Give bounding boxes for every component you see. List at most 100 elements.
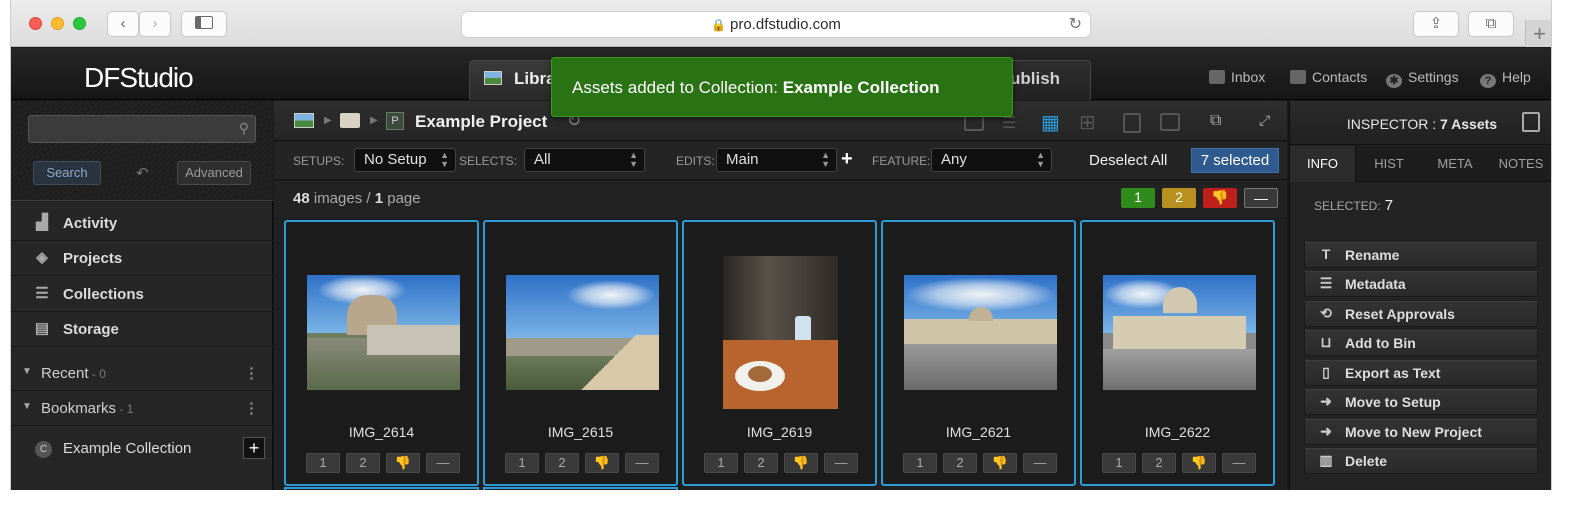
rate-2-button[interactable]: 2: [744, 453, 778, 473]
single-view-icon[interactable]: [1123, 113, 1141, 133]
photo-img-2619[interactable]: [723, 256, 838, 409]
selected-count-badge[interactable]: 7 selected: [1191, 148, 1279, 173]
selects-select[interactable]: All ▲ ▼: [524, 148, 645, 172]
collapse-panel-icon[interactable]: [1522, 112, 1540, 132]
photo-img-2614[interactable]: [307, 275, 460, 390]
feature-select[interactable]: Any ▲ ▼: [931, 148, 1052, 172]
section-recent[interactable]: ▼ Recent - 0 ⋮: [11, 356, 273, 391]
reload-icon[interactable]: ↻: [1069, 12, 1082, 38]
sidebar-item-storage[interactable]: ▤ Storage: [11, 312, 273, 347]
rate-1-button[interactable]: 1: [505, 453, 539, 473]
rate-2-button[interactable]: 2: [1142, 453, 1176, 473]
rename-button[interactable]: T Rename: [1304, 242, 1538, 268]
setups-select[interactable]: No Setup ▲ ▼: [354, 148, 456, 172]
reject-button[interactable]: 👎: [983, 453, 1017, 473]
rate-1-button[interactable]: 1: [903, 453, 937, 473]
rate-2-button[interactable]: 2: [943, 453, 977, 473]
delete-button[interactable]: ▥ Delete: [1304, 448, 1538, 474]
more-vertical-icon[interactable]: ⋮: [244, 364, 259, 382]
close-window-button[interactable]: [29, 17, 42, 30]
bar-chart-icon: ▟: [36, 214, 48, 231]
thumbnail-name: IMG_2621: [945, 424, 1012, 440]
advanced-search-button[interactable]: Advanced: [177, 161, 251, 185]
clear-rating-button[interactable]: —: [625, 453, 659, 473]
library-icon[interactable]: [294, 113, 314, 128]
zoom-window-button[interactable]: [73, 17, 86, 30]
clear-rating-button[interactable]: —: [1244, 188, 1278, 208]
thumbnail-card-partial[interactable]: [284, 487, 479, 490]
logo[interactable]: DFStudio: [84, 62, 194, 94]
export-as-text-button[interactable]: ▯ Export as Text: [1304, 360, 1538, 386]
reject-button[interactable]: 👎: [585, 453, 619, 473]
section-bookmarks[interactable]: ▼ Bookmarks - 1 ⋮: [11, 391, 273, 426]
move-to-setup-button[interactable]: ➜ Move to Setup: [1304, 389, 1538, 415]
storage-icon: ▤: [34, 320, 50, 337]
photo-img-2622[interactable]: [1103, 275, 1256, 390]
sidebar-item-label: Storage: [63, 321, 119, 338]
bookmark-example-collection[interactable]: C Example Collection +: [11, 432, 273, 466]
share-button[interactable]: ⇪: [1413, 11, 1459, 37]
back-button[interactable]: ‹: [107, 11, 139, 37]
nav-settings[interactable]: ✱ Settings: [1386, 69, 1459, 88]
forward-button[interactable]: ›: [139, 11, 171, 37]
tab-notes[interactable]: NOTES: [1488, 146, 1551, 182]
grid-large-icon[interactable]: ⊞: [1079, 110, 1096, 135]
rate-1-button[interactable]: 1: [306, 453, 340, 473]
edits-select[interactable]: Main ▲ ▼: [716, 148, 837, 172]
rate-2-button[interactable]: 2: [346, 453, 380, 473]
nav-contacts[interactable]: Contacts: [1290, 69, 1367, 85]
thumbnail-card[interactable]: IMG_2615 1 2 👎 —: [483, 220, 678, 486]
fullscreen-icon[interactable]: ⤢: [1259, 112, 1270, 129]
add-to-bin-button[interactable]: ⊔ Add to Bin: [1304, 330, 1538, 356]
new-tab-button[interactable]: +: [1525, 20, 1551, 47]
thumbnail-card[interactable]: IMG_2619 1 2 👎 —: [682, 220, 877, 486]
rate-1-button[interactable]: 1: [1102, 453, 1136, 473]
thumbnail-card-partial[interactable]: [483, 487, 678, 490]
nav-inbox[interactable]: Inbox: [1209, 69, 1265, 85]
nav-help[interactable]: ? Help: [1480, 69, 1531, 88]
thumbnail-card[interactable]: IMG_2621 1 2 👎 —: [881, 220, 1076, 486]
clear-rating-button[interactable]: —: [1222, 453, 1256, 473]
minimize-window-button[interactable]: [51, 17, 64, 30]
search-input[interactable]: ⚲: [28, 115, 256, 143]
photo-img-2615[interactable]: [506, 275, 659, 390]
thumbnail-card[interactable]: IMG_2614 1 2 👎 —: [284, 220, 479, 486]
sidebar-item-projects[interactable]: ◈ Projects: [11, 241, 273, 276]
tabs-overview-button[interactable]: ⧉: [1468, 11, 1514, 37]
folder-icon[interactable]: [340, 113, 360, 128]
compare-icon[interactable]: [1160, 113, 1180, 131]
add-edit-button[interactable]: +: [841, 148, 853, 171]
deselect-all-button[interactable]: Deselect All: [1089, 152, 1167, 169]
move-to-new-project-button[interactable]: ➜ Move to New Project: [1304, 419, 1538, 445]
reset-approvals-button[interactable]: ⟲ Reset Approvals: [1304, 301, 1538, 327]
add-button[interactable]: +: [243, 437, 265, 459]
duplicate-icon[interactable]: ⧉: [1210, 112, 1221, 130]
clear-rating-button[interactable]: —: [426, 453, 460, 473]
sidebar-toggle-button[interactable]: [181, 11, 227, 37]
thumbnail-card[interactable]: IMG_2622 1 2 👎 —: [1080, 220, 1275, 486]
tab-hist[interactable]: HIST: [1356, 146, 1422, 182]
sidebar-item-collections[interactable]: ☰ Collections: [11, 277, 273, 312]
reject-button[interactable]: 👎: [1203, 188, 1237, 208]
clear-rating-button[interactable]: —: [824, 453, 858, 473]
notification-toast[interactable]: Assets added to Collection: Example Coll…: [551, 57, 1013, 117]
undo-icon[interactable]: ↶: [136, 164, 149, 182]
reject-button[interactable]: 👎: [784, 453, 818, 473]
rate-2-button[interactable]: 2: [1162, 188, 1196, 208]
clear-rating-button[interactable]: —: [1023, 453, 1057, 473]
rate-1-button[interactable]: 1: [704, 453, 738, 473]
rate-1-button[interactable]: 1: [1121, 188, 1155, 208]
grid-small-icon[interactable]: ▦: [1041, 110, 1060, 135]
metadata-button[interactable]: ☰ Metadata: [1304, 271, 1538, 297]
more-vertical-icon[interactable]: ⋮: [244, 399, 259, 417]
photo-img-2621[interactable]: [904, 275, 1057, 390]
address-bar[interactable]: 🔒 pro.dfstudio.com ↻: [461, 11, 1091, 38]
tab-meta[interactable]: META: [1422, 146, 1488, 182]
search-button[interactable]: Search: [33, 161, 101, 185]
reject-button[interactable]: 👎: [386, 453, 420, 473]
reject-button[interactable]: 👎: [1182, 453, 1216, 473]
tab-info[interactable]: INFO: [1290, 146, 1356, 182]
sidebar-item-activity[interactable]: ▟ Activity: [11, 206, 273, 241]
toast-collection-name: Example Collection: [782, 78, 940, 97]
rate-2-button[interactable]: 2: [545, 453, 579, 473]
